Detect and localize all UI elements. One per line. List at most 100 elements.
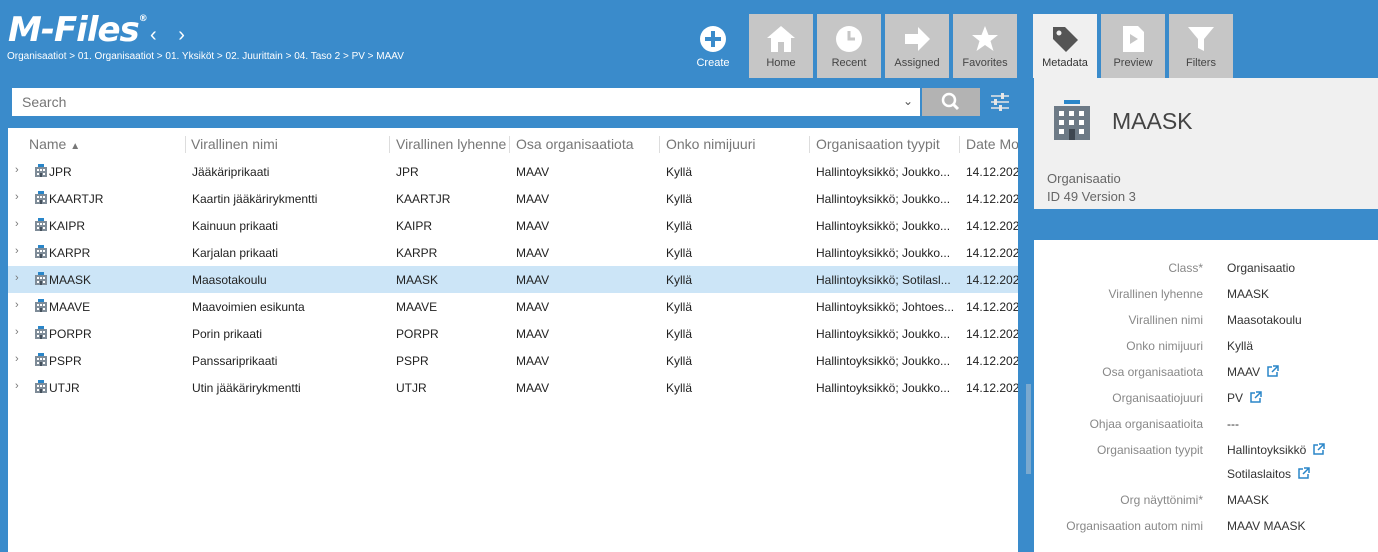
app-window: M-Files® ‹ › Organisaatiot > 01. Organis… xyxy=(0,0,1378,552)
table-cell: MAAV xyxy=(516,381,550,395)
search-icon xyxy=(941,92,960,111)
property-value[interactable]: Organisaatio xyxy=(1227,261,1295,275)
property-value[interactable]: MAASK xyxy=(1227,493,1269,507)
expand-chevron-icon[interactable]: › xyxy=(15,353,19,365)
table-row[interactable]: › KAIPR Kainuun prikaati KAIPR MAAV Kyllä Hall… xyxy=(8,212,1018,239)
table-cell: Hallintoyksikkö; Joukko... xyxy=(816,192,951,206)
table-row[interactable]: › KARPR Karjalan prikaati KARPR MAAV Kyllä Hal… xyxy=(8,239,1018,266)
column-header-name[interactable]: Name ▲ xyxy=(29,136,80,152)
table-row[interactable]: › PORPR Porin prikaati PORPR MAAV Kyllä Hallin… xyxy=(8,320,1018,347)
table-cell: 14.12.2020 xyxy=(966,354,1018,368)
expand-chevron-icon[interactable]: › xyxy=(15,245,19,257)
property-value[interactable]: Hallintoyksikkö xyxy=(1227,443,1326,457)
list-header: Name ▲ Virallinen nimi Virallinen lyhenn… xyxy=(8,128,1018,158)
search-dropdown-icon[interactable]: ⌄ xyxy=(903,94,913,108)
organization-icon xyxy=(35,326,47,339)
table-cell: 14.12.2020 xyxy=(966,300,1018,314)
top-header: M-Files® ‹ › Organisaatiot > 01. Organis… xyxy=(0,0,1020,78)
property-value[interactable]: --- xyxy=(1227,417,1239,431)
breadcrumb[interactable]: Organisaatiot > 01. Organisaatiot > 01. … xyxy=(7,51,404,62)
recent-button[interactable]: Recent xyxy=(817,14,881,78)
clock-icon xyxy=(836,26,862,52)
table-cell: Kyllä xyxy=(666,327,693,341)
expand-chevron-icon[interactable]: › xyxy=(15,218,19,230)
table-cell: Hallintoyksikkö; Joukko... xyxy=(816,165,951,179)
table-row[interactable]: › PSPR Panssariprikaati PSPR MAAV Kyllä Hallin… xyxy=(8,347,1018,374)
table-cell: Utin jääkärirykmentti xyxy=(192,381,301,395)
tab-preview[interactable]: Preview xyxy=(1101,14,1165,78)
table-cell: MAAV xyxy=(516,165,550,179)
favorites-label: Favorites xyxy=(962,57,1008,69)
expand-chevron-icon[interactable]: › xyxy=(15,326,19,338)
object-list: Name ▲ Virallinen nimi Virallinen lyhenn… xyxy=(8,128,1018,552)
expand-chevron-icon[interactable]: › xyxy=(15,272,19,284)
table-row[interactable]: › MAAVE Maavoimien esikunta MAAVE MAAV Kyllä H… xyxy=(8,293,1018,320)
table-cell: 14.12.2020 xyxy=(966,381,1018,395)
favorites-button[interactable]: Favorites xyxy=(953,14,1017,78)
column-header-organisaation-tyypit[interactable]: Organisaation tyypit xyxy=(816,136,940,152)
property-value[interactable]: MAASK xyxy=(1227,287,1269,301)
property-label: Virallinen lyhenne xyxy=(1108,287,1203,301)
column-header-onko-nimijuuri[interactable]: Onko nimijuuri xyxy=(666,136,755,152)
property-value[interactable]: Kyllä xyxy=(1227,339,1253,353)
table-cell: 14.12.2020 xyxy=(966,246,1018,260)
table-cell: Kyllä xyxy=(666,300,693,314)
recent-label: Recent xyxy=(831,57,867,69)
property-value[interactable]: Maasotakoulu xyxy=(1227,313,1302,327)
column-header-virallinen-lyhenne[interactable]: Virallinen lyhenne xyxy=(396,136,506,152)
table-cell: KAARTJR xyxy=(49,192,104,206)
table-cell: 14.12.2020 xyxy=(966,273,1018,287)
table-cell: Maasotakoulu xyxy=(192,273,267,287)
table-cell: 14.12.2020 xyxy=(966,192,1018,206)
tab-metadata[interactable]: Metadata xyxy=(1033,14,1097,78)
table-cell: PSPR xyxy=(49,354,82,368)
column-header-virallinen-nimi[interactable]: Virallinen nimi xyxy=(191,136,278,152)
table-row[interactable]: › JPR Jääkäriprikaati JPR MAAV Kyllä Hallintoy… xyxy=(8,158,1018,185)
table-cell: 14.12.2020 xyxy=(966,219,1018,233)
open-link-icon[interactable] xyxy=(1297,467,1310,480)
expand-chevron-icon[interactable]: › xyxy=(15,191,19,203)
tab-filters[interactable]: Filters xyxy=(1169,14,1233,78)
open-link-icon[interactable] xyxy=(1249,391,1262,404)
metadata-properties: Class* Organisaatio Virallinen lyhenne MAAS… xyxy=(1034,240,1378,552)
back-forward-buttons[interactable]: ‹ › xyxy=(150,24,193,47)
table-cell: UTJR xyxy=(49,381,80,395)
advanced-search-button[interactable] xyxy=(988,90,1012,114)
table-cell: Kainuun prikaati xyxy=(192,219,279,233)
property-value[interactable]: PV xyxy=(1227,391,1262,405)
search-button[interactable] xyxy=(922,88,980,116)
property-value[interactable]: MAAV xyxy=(1227,365,1279,379)
table-cell: PORPR xyxy=(49,327,92,341)
property-value[interactable]: Sotilaslaitos xyxy=(1227,467,1310,481)
organization-icon xyxy=(35,245,47,258)
table-cell: MAAVE xyxy=(49,300,91,314)
home-button[interactable]: Home xyxy=(749,14,813,78)
search-input[interactable] xyxy=(12,88,920,116)
pane-splitter[interactable] xyxy=(1018,14,1032,552)
table-row[interactable]: › MAASK Maasotakoulu MAASK MAAV Kyllä Hallinto… xyxy=(8,266,1018,293)
table-cell: MAAV xyxy=(516,246,550,260)
expand-chevron-icon[interactable]: › xyxy=(15,164,19,176)
column-header-osa-organisaatiota[interactable]: Osa organisaatiota xyxy=(516,136,634,152)
splitter-handle[interactable] xyxy=(1026,384,1031,474)
property-label: Osa organisaatiota xyxy=(1102,365,1203,379)
expand-chevron-icon[interactable]: › xyxy=(15,380,19,392)
property-value[interactable]: MAAV MAASK xyxy=(1227,519,1305,533)
table-cell: MAAV xyxy=(516,354,550,368)
table-cell: Maavoimien esikunta xyxy=(192,300,305,314)
tag-icon xyxy=(1053,27,1078,52)
table-cell: MAAV xyxy=(516,327,550,341)
object-title[interactable]: MAASK xyxy=(1112,108,1193,135)
table-row[interactable]: › KAARTJR Kaartin jääkärirykmentti KAARTJR M… xyxy=(8,185,1018,212)
open-link-icon[interactable] xyxy=(1312,443,1326,456)
assigned-button[interactable]: Assigned xyxy=(885,14,949,78)
table-cell: Karjalan prikaati xyxy=(192,246,279,260)
expand-chevron-icon[interactable]: › xyxy=(15,299,19,311)
create-button[interactable]: Create xyxy=(681,14,745,78)
open-link-icon[interactable] xyxy=(1266,365,1279,378)
column-header-date-modified[interactable]: Date Mo xyxy=(966,136,1018,152)
property-label: Organisaatiojuuri xyxy=(1112,391,1203,405)
table-cell: Hallintoyksikkö; Joukko... xyxy=(816,327,951,341)
table-row[interactable]: › UTJR Utin jääkärirykmentti UTJR MAAV Kyllä H… xyxy=(8,374,1018,401)
property-label: Organisaation autom nimi xyxy=(1066,519,1203,533)
